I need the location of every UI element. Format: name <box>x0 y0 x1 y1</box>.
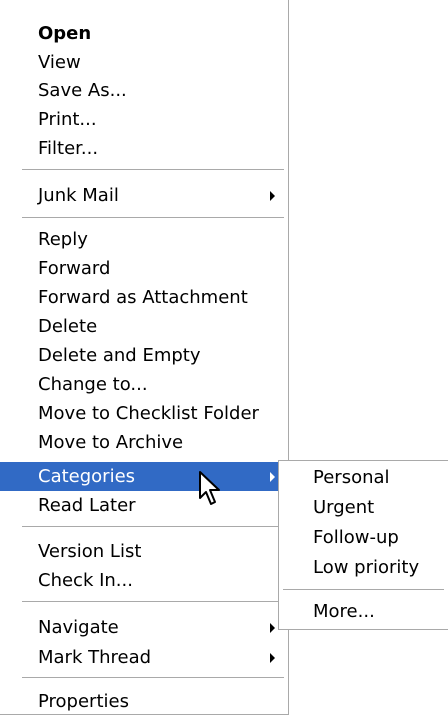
menu-separator <box>22 169 284 170</box>
menu-item-label: Categories <box>38 466 136 487</box>
menu-item-junk-mail[interactable]: Junk Mail <box>0 181 288 210</box>
menu-item-check-in[interactable]: Check In... <box>0 566 288 595</box>
menu-item-version-list[interactable]: Version List <box>0 537 288 566</box>
menu-item-forward[interactable]: Forward <box>0 254 288 283</box>
context-menu: Open View Save As... Print... Filter... … <box>0 0 289 715</box>
menu-item-delete-and-empty[interactable]: Delete and Empty <box>0 341 288 370</box>
menu-item-navigate[interactable]: Navigate <box>0 613 288 642</box>
arrow-pointer-icon <box>199 471 220 505</box>
submenu-arrow-icon <box>270 191 275 201</box>
menu-item-mark-thread[interactable]: Mark Thread <box>0 643 288 672</box>
menu-item-label: Junk Mail <box>38 185 119 206</box>
categories-submenu: Personal Urgent Follow-up Low priority M… <box>278 460 448 630</box>
menu-item-print[interactable]: Print... <box>0 105 288 134</box>
submenu-arrow-icon <box>270 623 275 633</box>
menu-separator <box>22 526 284 527</box>
menu-item-label: Mark Thread <box>38 647 152 668</box>
menu-item-view[interactable]: View <box>0 48 288 77</box>
menu-item-delete[interactable]: Delete <box>0 312 288 341</box>
menu-item-forward-as-attachment[interactable]: Forward as Attachment <box>0 283 288 312</box>
submenu-arrow-icon <box>270 653 275 663</box>
menu-item-move-to-archive[interactable]: Move to Archive <box>0 428 288 457</box>
menu-item-reply[interactable]: Reply <box>0 225 288 254</box>
submenu-arrow-icon <box>270 472 275 482</box>
menu-item-move-to-checklist-folder[interactable]: Move to Checklist Folder <box>0 399 288 428</box>
menu-item-open[interactable]: Open <box>0 19 288 48</box>
menu-separator <box>22 601 284 602</box>
submenu-item-low-priority[interactable]: Low priority <box>279 553 448 582</box>
menu-item-change-to[interactable]: Change to... <box>0 370 288 399</box>
submenu-item-follow-up[interactable]: Follow-up <box>279 523 448 552</box>
submenu-item-more[interactable]: More... <box>279 597 448 626</box>
menu-item-read-later[interactable]: Read Later <box>0 491 288 520</box>
menu-item-filter[interactable]: Filter... <box>0 134 288 163</box>
submenu-item-personal[interactable]: Personal <box>279 463 448 492</box>
menu-item-properties[interactable]: Properties <box>0 687 288 716</box>
menu-separator <box>22 677 284 678</box>
menu-item-save-as[interactable]: Save As... <box>0 76 288 105</box>
menu-item-categories[interactable]: Categories <box>0 462 288 491</box>
submenu-item-urgent[interactable]: Urgent <box>279 493 448 522</box>
menu-separator <box>283 589 444 590</box>
menu-item-label: Navigate <box>38 617 119 638</box>
menu-separator <box>22 217 284 218</box>
